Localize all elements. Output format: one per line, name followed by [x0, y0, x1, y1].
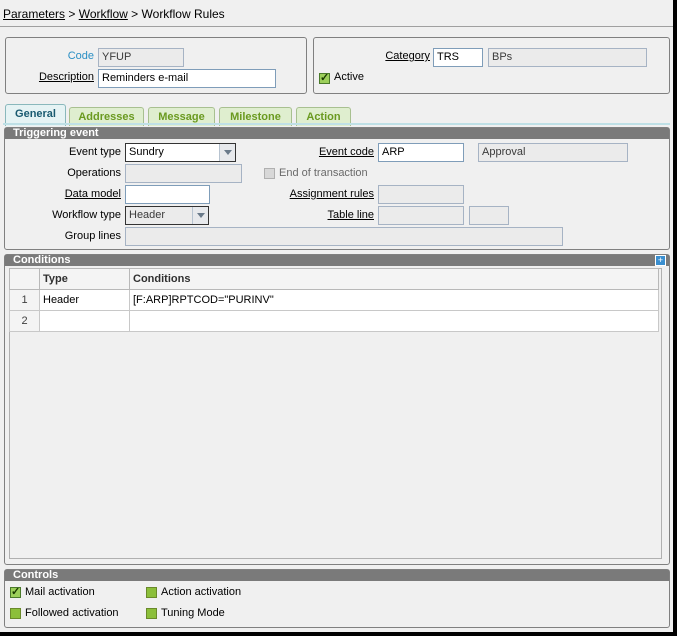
condition-cell[interactable] [129, 310, 659, 332]
condition-cell[interactable]: [F:ARP]RPTCOD="PURINV" [129, 289, 659, 311]
row-number: 1 [9, 289, 40, 311]
mail-activation-label: Mail activation [25, 586, 95, 598]
event-type-value: Sundry [129, 146, 164, 158]
active-label: Active [334, 71, 364, 83]
data-model-field[interactable] [125, 185, 210, 204]
conditions-title: Conditions [5, 255, 669, 266]
type-column-header[interactable]: Type [39, 268, 130, 290]
workflow-type-select[interactable]: Header [125, 206, 209, 225]
end-of-transaction-label: End of transaction [279, 167, 368, 179]
grid-header-row: Type Conditions [9, 268, 659, 290]
tuning-mode-checkbox[interactable] [146, 608, 157, 619]
group-lines-field[interactable] [125, 227, 563, 246]
mail-activation-checkbox[interactable] [10, 585, 21, 598]
breadcrumb-parameters-link[interactable]: Parameters [3, 7, 65, 21]
chevron-down-icon[interactable] [192, 207, 208, 224]
chevron-down-icon[interactable] [219, 144, 235, 161]
triggering-event-title: Triggering event [5, 128, 669, 139]
category-name-field: BPs [488, 48, 647, 67]
workflow-rules-window: Parameters > Workflow > Workflow Rules C… [0, 0, 673, 632]
active-checkbox[interactable] [319, 71, 330, 84]
description-label: Description [38, 71, 94, 83]
category-label: Category [385, 50, 430, 62]
tuning-mode-label: Tuning Mode [161, 607, 225, 619]
event-type-select[interactable]: Sundry [125, 143, 236, 162]
breadcrumb-separator: > [127, 7, 142, 21]
breadcrumb: Parameters > Workflow > Workflow Rules [3, 7, 225, 21]
followed-activation-checkbox[interactable] [10, 608, 21, 619]
table-line-extra-field[interactable] [469, 206, 509, 225]
workflow-type-label: Workflow type [52, 209, 121, 221]
end-of-transaction-checkbox[interactable] [264, 168, 275, 179]
data-model-label: Data model [64, 188, 121, 200]
breadcrumb-current: Workflow Rules [141, 7, 225, 21]
table-line-label: Table line [327, 209, 374, 221]
header-divider [0, 26, 673, 27]
row-number-header [9, 268, 40, 290]
group-lines-label: Group lines [64, 230, 121, 242]
description-field[interactable]: Reminders e-mail [98, 69, 276, 88]
breadcrumb-separator: > [65, 7, 79, 21]
code-label: Code [67, 50, 94, 62]
followed-activation-label: Followed activation [25, 607, 119, 619]
action-activation-checkbox[interactable] [146, 587, 157, 598]
breadcrumb-workflow-link[interactable]: Workflow [79, 7, 128, 21]
category-code-field[interactable]: TRS [433, 48, 483, 67]
event-code-field[interactable]: ARP [378, 143, 464, 162]
table-line-field[interactable] [378, 206, 464, 225]
table-row: 2 [9, 310, 659, 332]
controls-title: Controls [5, 570, 669, 581]
row-number: 2 [9, 310, 40, 332]
workflow-type-value: Header [129, 209, 166, 221]
event-type-label: Event type [69, 146, 121, 158]
tab-panel-divider [3, 123, 670, 125]
type-cell[interactable] [39, 310, 130, 332]
event-code-description: Approval [478, 143, 628, 162]
action-activation-label: Action activation [161, 586, 242, 598]
operations-field[interactable] [125, 164, 242, 183]
assignment-rules-label: Assignment rules [289, 188, 374, 200]
table-row: 1 Header [F:ARP]RPTCOD="PURINV" [9, 289, 659, 311]
conditions-column-header[interactable]: Conditions [129, 268, 659, 290]
assignment-rules-field[interactable] [378, 185, 464, 204]
code-field[interactable]: YFUP [98, 48, 184, 67]
event-code-label: Event code [318, 146, 374, 158]
conditions-grid: Type Conditions 1 Header [F:ARP]RPTCOD="… [9, 268, 659, 332]
grid-options-icon[interactable]: + [655, 255, 666, 266]
type-cell[interactable]: Header [39, 289, 130, 311]
operations-label: Operations [67, 167, 121, 179]
